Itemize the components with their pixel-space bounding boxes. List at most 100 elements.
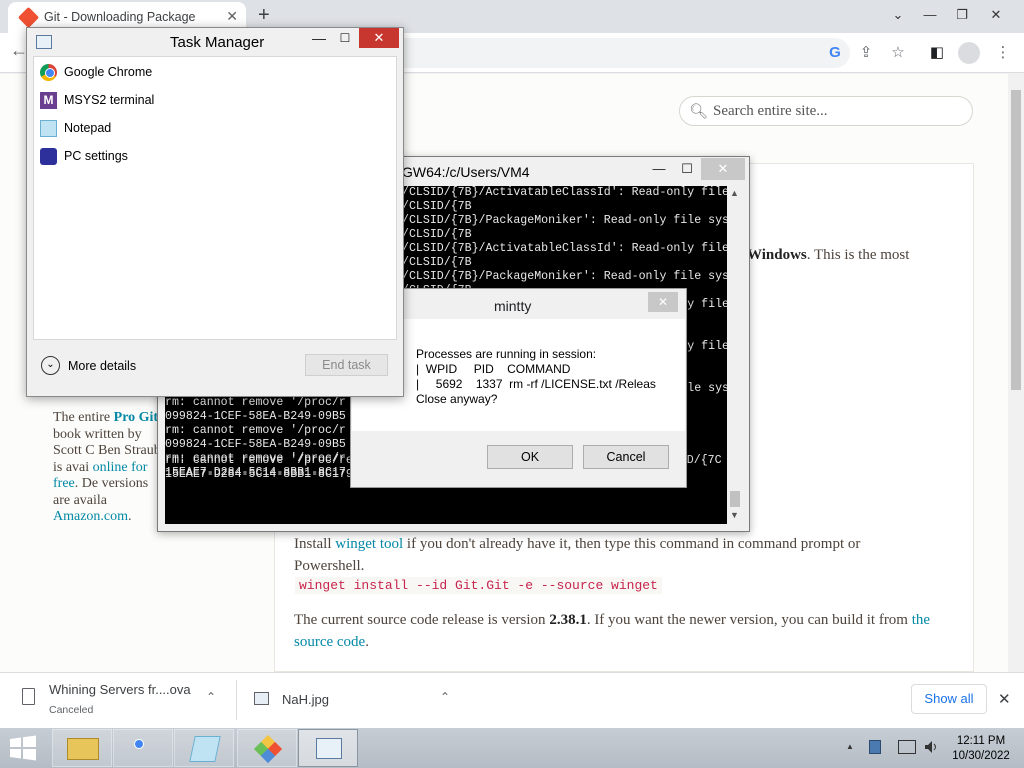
app-row-notepad[interactable]: Notepad bbox=[40, 117, 111, 139]
profile-avatar-icon[interactable] bbox=[958, 42, 980, 64]
terminal-lines-lower: rm: cannot remove '/proc/r 099824-1CEF-58… bbox=[165, 396, 350, 480]
tab-close-icon[interactable]: ✕ bbox=[226, 8, 238, 25]
app-row-msys2-terminal[interactable]: M MSYS2 terminal bbox=[40, 89, 154, 111]
msys2-icon: M bbox=[40, 91, 57, 109]
chevron-down-icon: ⌄ bbox=[41, 356, 60, 375]
download-name: NaH.jpg bbox=[282, 692, 329, 707]
chrome-menu-icon[interactable]: ⋮ bbox=[990, 40, 1016, 66]
task-manager-minimize-button[interactable]: — bbox=[306, 28, 332, 48]
task-manager-app-list: Google Chrome M MSYS2 terminal Notepad P… bbox=[33, 56, 397, 340]
network-icon[interactable] bbox=[898, 740, 916, 754]
release-text: The current source code release is versi… bbox=[294, 609, 964, 653]
app-name: Notepad bbox=[64, 121, 112, 135]
app-name: MSYS2 terminal bbox=[64, 93, 155, 107]
mintty-title: mintty bbox=[494, 298, 532, 314]
window-restore-button[interactable]: ❐ bbox=[946, 2, 978, 28]
tray-app-icon[interactable] bbox=[869, 740, 881, 754]
git-icon bbox=[253, 734, 283, 764]
mintty-message: Processes are running in session: | WPID… bbox=[416, 347, 656, 406]
image-file-icon bbox=[254, 692, 269, 705]
terminal-line: rm: cannot remove '/proc/r bbox=[165, 424, 346, 437]
folder-icon bbox=[67, 738, 99, 760]
sidebar-text-4: . De bbox=[74, 476, 99, 491]
cancel-button[interactable]: Cancel bbox=[583, 445, 669, 469]
google-lens-icon[interactable]: G bbox=[822, 40, 848, 66]
windows-heading-text: Windows. This is the most bbox=[747, 247, 909, 264]
task-manager-icon bbox=[316, 738, 342, 759]
taskbar-task-manager[interactable] bbox=[298, 729, 358, 767]
clock-date: 10/30/2022 bbox=[952, 750, 1010, 762]
volume-icon[interactable] bbox=[924, 740, 938, 754]
window-close-button[interactable]: ✕ bbox=[980, 2, 1012, 28]
install-text-pre: Install bbox=[294, 536, 336, 552]
window-minimize-button[interactable]: — bbox=[914, 2, 946, 28]
pro-git-sidebar: The entire Pro Git book written by Scott… bbox=[53, 410, 168, 526]
search-icon: 🔍︎ bbox=[689, 103, 709, 120]
file-icon bbox=[22, 688, 35, 705]
ok-button[interactable]: OK bbox=[487, 445, 573, 469]
download-divider bbox=[236, 680, 237, 720]
close-download-bar-icon[interactable]: ✕ bbox=[998, 690, 1011, 708]
release-period: . bbox=[365, 634, 369, 650]
share-icon[interactable]: ⇪ bbox=[853, 40, 879, 66]
windows-bold: Windows bbox=[747, 247, 807, 263]
release-text-pre: The current source code release is versi… bbox=[294, 612, 550, 628]
search-placeholder: Search entire site... bbox=[713, 103, 828, 119]
terminal-scroll-thumb[interactable] bbox=[730, 491, 740, 507]
the-link[interactable]: the bbox=[912, 612, 930, 628]
winget-instructions: Install winget tool if you don't already… bbox=[294, 533, 964, 577]
terminal-line: rm: cannot remove '/proc/r bbox=[165, 396, 346, 409]
git-favicon-icon bbox=[17, 6, 40, 29]
page-scrollbar-thumb[interactable] bbox=[1011, 90, 1021, 390]
chrome-icon bbox=[40, 63, 57, 81]
mintty-close-button[interactable]: ✕ bbox=[648, 292, 678, 312]
download-status: Canceled bbox=[49, 704, 94, 716]
install-text-post: if you don't already have it, then type … bbox=[403, 536, 861, 552]
terminal-output-left: rm: cannot remove '/proc/r 099824-1CEF-58… bbox=[165, 396, 350, 524]
bookmark-star-icon[interactable]: ☆ bbox=[885, 40, 911, 66]
terminal-close-button[interactable]: ✕ bbox=[701, 158, 745, 180]
download-item-nah-jpg[interactable]: NaH.jpg ⌃ bbox=[252, 680, 462, 720]
app-row-pc-settings[interactable]: PC settings bbox=[40, 145, 128, 167]
site-search-input[interactable]: 🔍︎ Search entire site... bbox=[679, 96, 973, 126]
taskbar-file-explorer[interactable] bbox=[52, 729, 112, 767]
source-code-link[interactable]: source code bbox=[294, 634, 365, 650]
chevron-up-icon[interactable]: ⌃ bbox=[206, 690, 216, 704]
tab-search-icon[interactable]: ⌄ bbox=[882, 2, 914, 28]
taskbar-clock[interactable]: 12:11 PM 10/30/2022 bbox=[948, 734, 1014, 764]
release-version: 2.38.1 bbox=[549, 612, 587, 628]
start-button[interactable] bbox=[8, 735, 38, 761]
download-item-whining-servers[interactable]: Whining Servers fr....ova Canceled ⌃ bbox=[20, 680, 230, 720]
task-manager-title: Task Manager bbox=[170, 34, 265, 51]
side-panel-icon[interactable]: ◧ bbox=[924, 40, 950, 66]
sidebar-text-6: . bbox=[128, 509, 132, 524]
show-all-button[interactable]: Show all bbox=[911, 684, 987, 714]
notepad-icon bbox=[40, 119, 57, 137]
end-task-button[interactable]: End task bbox=[305, 354, 388, 376]
terminal-scroll-down-icon[interactable]: ▼ bbox=[730, 510, 739, 520]
tab-title: Git - Downloading Package bbox=[44, 10, 196, 24]
task-manager-maximize-button[interactable]: ☐ bbox=[332, 28, 358, 48]
more-details-button[interactable]: ⌄ More details bbox=[41, 356, 136, 375]
clock-time: 12:11 PM bbox=[956, 735, 1006, 747]
release-text-post: . If you want the newer version, you can… bbox=[586, 612, 912, 628]
new-tab-button[interactable]: + bbox=[258, 4, 270, 27]
winget-command[interactable]: winget install --id Git.Git -e --source … bbox=[295, 577, 662, 594]
terminal-scroll-up-icon[interactable]: ▲ bbox=[730, 188, 739, 198]
sidebar-text-1: The entire bbox=[53, 410, 114, 425]
task-manager-icon bbox=[36, 35, 52, 49]
windows-rest: . This is the most bbox=[806, 247, 910, 263]
tray-show-hidden-icon[interactable]: ▲ bbox=[846, 742, 854, 751]
winget-tool-link[interactable]: winget tool bbox=[335, 536, 403, 552]
taskbar-git[interactable] bbox=[237, 729, 297, 767]
task-manager-close-button[interactable]: ✕ bbox=[359, 28, 399, 48]
chevron-up-icon[interactable]: ⌃ bbox=[440, 690, 450, 704]
pro-git-link[interactable]: Pro Git bbox=[114, 410, 158, 425]
amazon-link[interactable]: Amazon.com bbox=[53, 509, 128, 524]
terminal-scrollbar[interactable]: ▲ ▼ bbox=[727, 186, 743, 524]
taskbar-notepad[interactable] bbox=[174, 729, 234, 767]
gear-icon bbox=[40, 147, 57, 165]
terminal-maximize-button[interactable]: ☐ bbox=[670, 158, 704, 180]
taskbar-chrome[interactable] bbox=[113, 729, 173, 767]
app-row-google-chrome[interactable]: Google Chrome bbox=[40, 61, 152, 83]
